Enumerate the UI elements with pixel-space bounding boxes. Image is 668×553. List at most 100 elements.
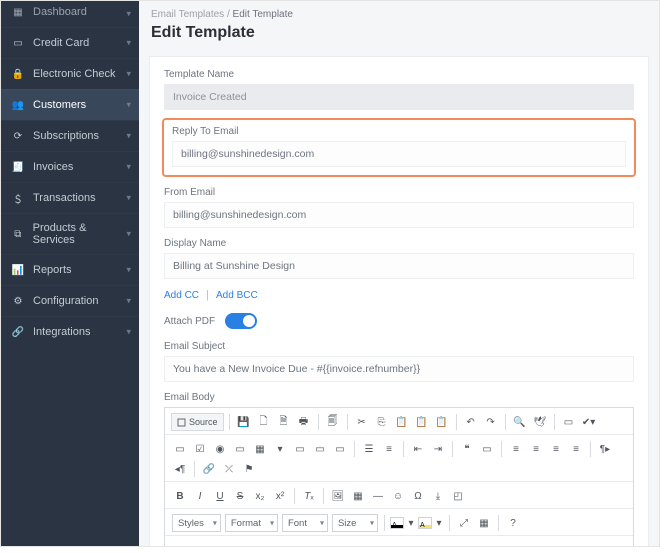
preview-icon[interactable]: 🗎 [275,413,293,431]
numbered-list-icon[interactable]: ≡ [380,440,398,458]
radio-icon[interactable]: ◉ [211,440,229,458]
refresh-icon: ⟳ [11,129,25,143]
new-page-icon[interactable]: 🗋 [255,413,273,431]
sidebar-item-subscriptions[interactable]: ⟳ Subscriptions ▾ [1,120,139,151]
styles-dropdown[interactable]: Styles [172,514,221,532]
sidebar-item-electronic-check[interactable]: 🔒 Electronic Check ▾ [1,58,139,89]
chevron-down-icon: ▾ [126,296,131,307]
special-char-icon[interactable]: Ω [409,487,427,505]
sidebar-item-label: Reports [33,264,72,276]
table-icon[interactable]: ▦ [349,487,367,505]
sidebar-item-integrations[interactable]: 🔗 Integrations ▾ [1,316,139,347]
bulleted-list-icon[interactable]: ☰ [360,440,378,458]
paste-icon[interactable]: 📋 [393,413,411,431]
iframe-icon[interactable]: ◰ [449,487,467,505]
field-subject: Email Subject [164,341,634,382]
blockquote-icon[interactable]: ❝ [458,440,476,458]
smiley-icon[interactable]: ☺ [389,487,407,505]
add-cc-link[interactable]: Add CC [164,290,199,301]
image-button-icon[interactable]: ▭ [311,440,329,458]
pagebreak-icon[interactable]: ⤓ [429,487,447,505]
rtl-icon[interactable]: ◂¶ [171,460,189,478]
select-all-icon[interactable]: ▭ [560,413,578,431]
editor-body[interactable]: Your invoice is ready Thank you for your… [165,536,633,546]
sidebar-item-products-services[interactable]: ⧉ Products & Services ▾ [1,213,139,254]
editor-toolbar-row-1: Source 💾 🗋 🗎 🖶 🗐 ✂ ⎘ 📋 📋 📋 [165,408,633,435]
sidebar-item-invoices[interactable]: 🧾 Invoices ▾ [1,151,139,182]
replace-icon[interactable]: 🕊 [531,413,549,431]
save-icon[interactable]: 💾 [235,413,253,431]
bar-chart-icon: 📊 [11,263,25,277]
sidebar-item-label: Electronic Check [33,68,116,80]
find-icon[interactable]: 🔍 [511,413,529,431]
from-email-input[interactable] [164,202,634,228]
label-display-name: Display Name [164,238,634,249]
align-right-icon[interactable]: ≡ [547,440,565,458]
add-bcc-link[interactable]: Add BCC [216,290,258,301]
button-field-icon[interactable]: ▭ [291,440,309,458]
ltr-icon[interactable]: ¶▸ [596,440,614,458]
show-blocks-icon[interactable]: ▦ [475,514,493,532]
template-name-input[interactable] [164,84,634,110]
redo-icon[interactable]: ↷ [482,413,500,431]
strike-icon[interactable]: S [231,487,249,505]
align-left-icon[interactable]: ≡ [507,440,525,458]
italic-icon[interactable]: I [191,487,209,505]
copy-icon[interactable]: ⎘ [373,413,391,431]
align-justify-icon[interactable]: ≡ [567,440,585,458]
outdent-icon[interactable]: ⇤ [409,440,427,458]
format-dropdown[interactable]: Format [225,514,278,532]
image-icon[interactable]: 🖼 [329,487,347,505]
bg-color-picker[interactable]: A [418,517,432,529]
hidden-field-icon[interactable]: ▭ [331,440,349,458]
subscript-icon[interactable]: x₂ [251,487,269,505]
attach-pdf-toggle[interactable] [225,313,257,329]
chevron-down-icon: ▾ [126,327,131,338]
paste-text-icon[interactable]: 📋 [413,413,431,431]
display-name-input[interactable] [164,253,634,279]
sidebar-item-credit-card[interactable]: ▭ Credit Card ▾ [1,27,139,58]
checkbox-icon[interactable]: ☑ [191,440,209,458]
chevron-down-icon: ▾ [126,229,131,240]
main-area: Email Templates / Edit Template Edit Tem… [139,1,659,546]
reply-to-input[interactable] [172,141,626,167]
textfield-icon[interactable]: ▭ [231,440,249,458]
paste-word-icon[interactable]: 📋 [433,413,451,431]
sidebar-item-dashboard[interactable]: ▦ Dashboard ▾ [1,1,139,27]
breadcrumb-root[interactable]: Email Templates [151,9,224,20]
hr-icon[interactable]: — [369,487,387,505]
form-icon[interactable]: ▭ [171,440,189,458]
bg-color-dropdown-icon[interactable]: ▾ [434,514,444,532]
subject-input[interactable] [164,356,634,382]
source-button[interactable]: Source [171,413,224,431]
spellcheck-icon[interactable]: ✔▾ [580,413,598,431]
print-icon[interactable]: 🖶 [295,413,313,431]
textarea-icon[interactable]: ▦ [251,440,269,458]
div-container-icon[interactable]: ▭ [478,440,496,458]
sidebar-item-customers[interactable]: 👥 Customers ▾ [1,89,139,120]
bold-icon[interactable]: B [171,487,189,505]
sidebar-item-configuration[interactable]: ⚙ Configuration ▾ [1,285,139,316]
sidebar-item-transactions[interactable]: ＄ Transactions ▾ [1,182,139,213]
cut-icon[interactable]: ✂ [353,413,371,431]
remove-format-icon[interactable]: Tₓ [300,487,318,505]
toggle-knob [243,315,255,327]
text-color-dropdown-icon[interactable]: ▾ [406,514,416,532]
indent-icon[interactable]: ⇥ [429,440,447,458]
superscript-icon[interactable]: x² [271,487,289,505]
link-icon[interactable]: 🔗 [200,460,218,478]
select-icon[interactable]: ▾ [271,440,289,458]
size-dropdown[interactable]: Size [332,514,378,532]
font-dropdown[interactable]: Font [282,514,328,532]
text-color-picker[interactable]: A [390,517,404,529]
sidebar-item-reports[interactable]: 📊 Reports ▾ [1,254,139,285]
maximize-icon[interactable]: ⤢ [455,514,473,532]
templates-icon[interactable]: 🗐 [324,413,342,431]
align-center-icon[interactable]: ≡ [527,440,545,458]
anchor-icon[interactable]: ⚑ [240,460,258,478]
unlink-icon[interactable]: ⤫ [220,460,238,478]
about-icon[interactable]: ? [504,514,522,532]
sidebar: ▦ Dashboard ▾ ▭ Credit Card ▾ 🔒 Electron… [1,1,139,546]
undo-icon[interactable]: ↶ [462,413,480,431]
underline-icon[interactable]: U [211,487,229,505]
